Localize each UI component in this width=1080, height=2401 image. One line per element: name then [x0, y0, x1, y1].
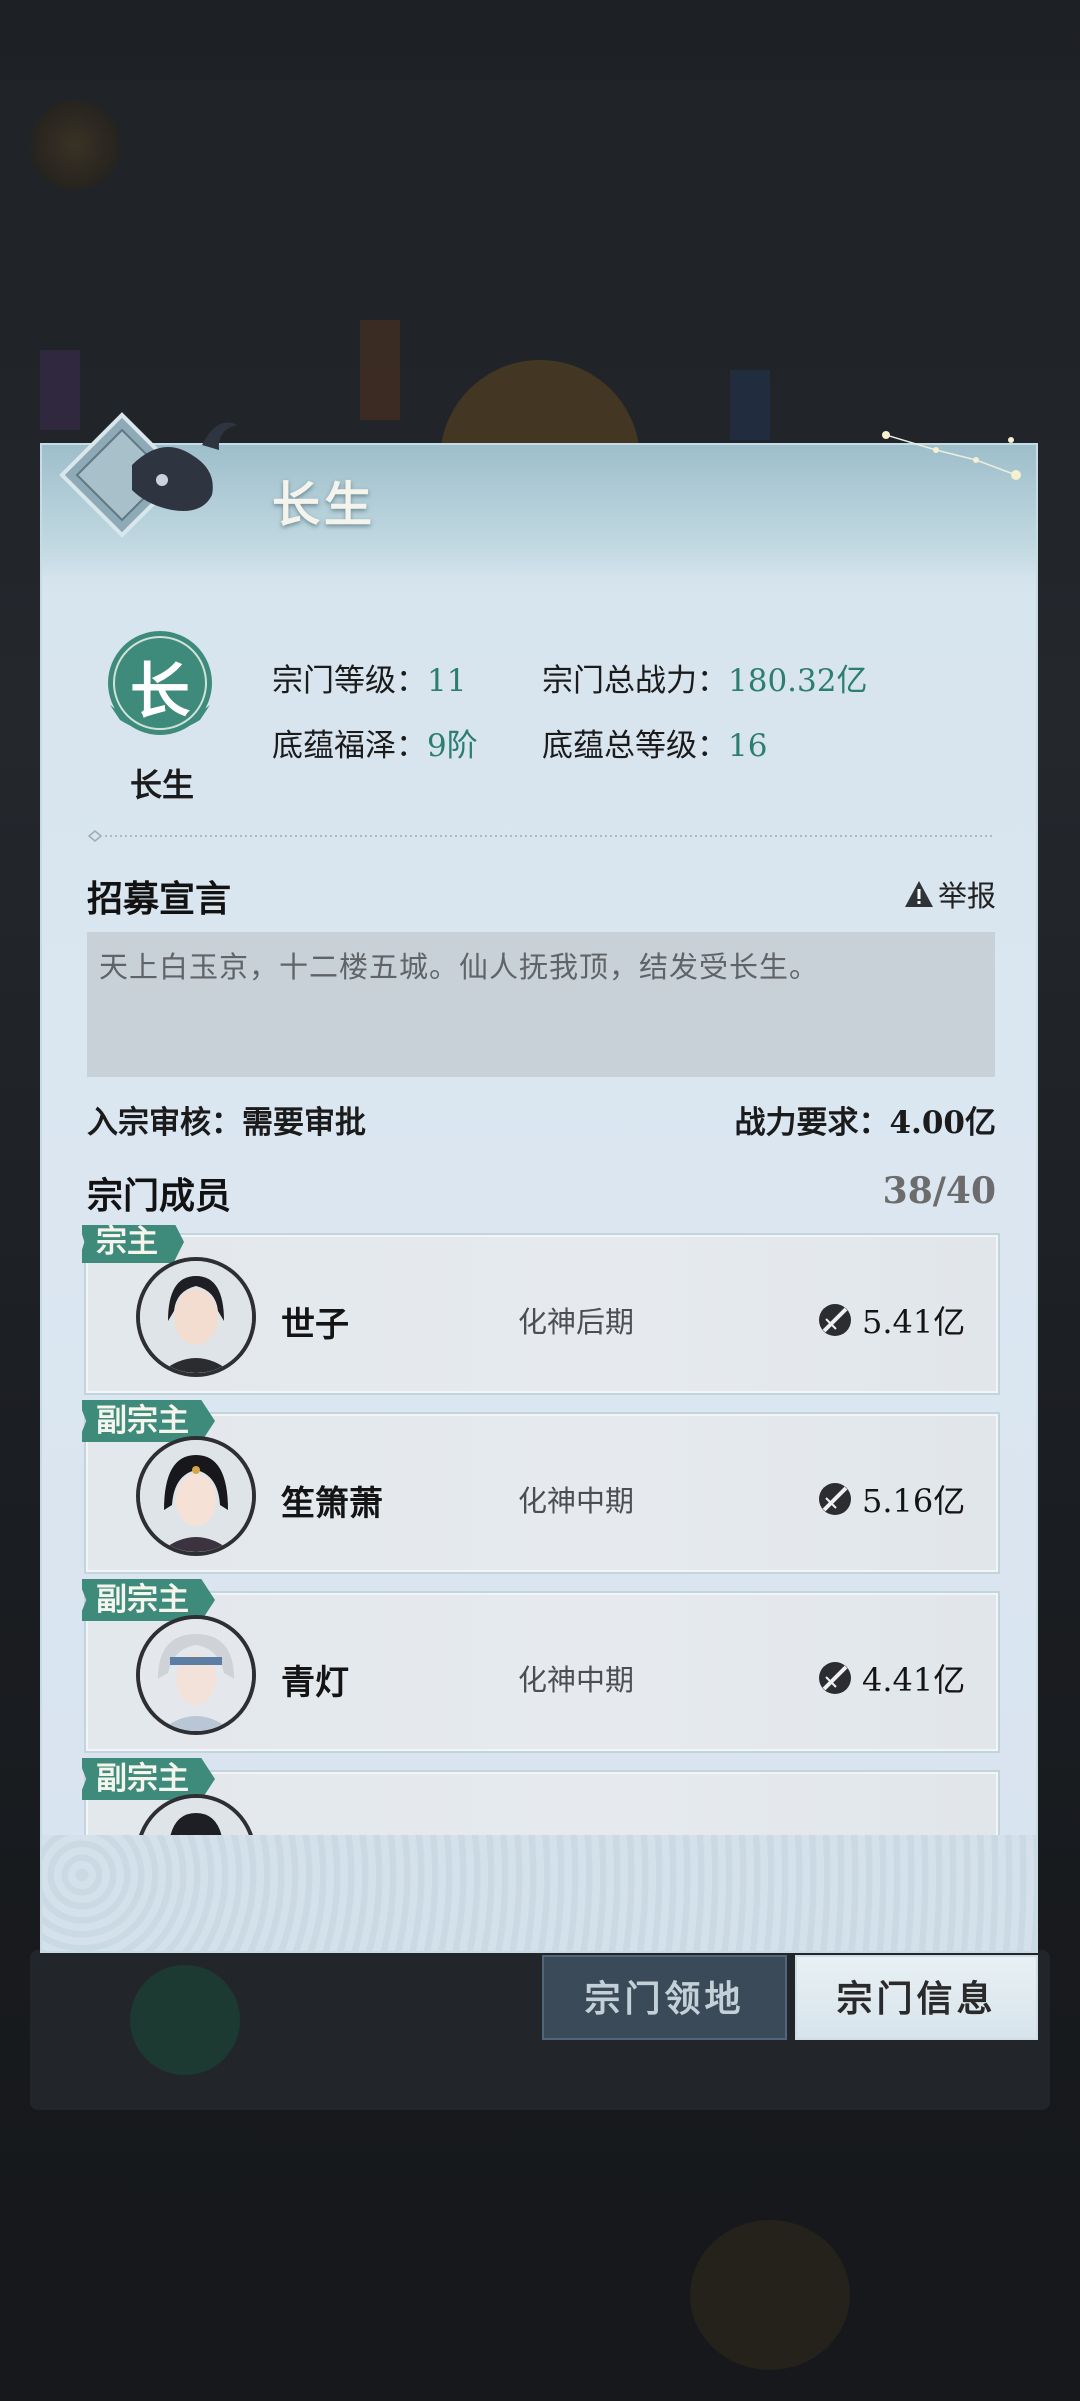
power-requirement: 战力要求：4.00亿	[734, 1105, 996, 1141]
sect-heritage: 底蕴福泽：9阶	[272, 720, 478, 765]
avatar	[136, 1794, 256, 1835]
sect-heritage-level-label: 底蕴总等级：	[542, 728, 728, 764]
sword-power-icon	[819, 1304, 851, 1336]
member-power: 5.41亿	[816, 1297, 965, 1343]
recruit-heading: 招募宣言	[87, 878, 232, 920]
member-card[interactable]: 副宗主	[82, 1758, 1000, 1835]
background-decoration	[690, 2220, 850, 2370]
member-power: 4.41亿	[816, 1655, 965, 1701]
member-count: 38/40	[882, 1170, 996, 1212]
background-decoration	[360, 320, 400, 420]
sect-heritage-level: 底蕴总等级：16	[542, 720, 767, 765]
avatar	[136, 1436, 256, 1556]
panel-title: 长生	[272, 477, 377, 533]
sect-emblem-icon	[59, 412, 237, 538]
sect-badge-char: 长	[130, 657, 190, 727]
background-decoration	[730, 370, 770, 440]
member-power-value: 4.41亿	[862, 1661, 966, 1699]
members-heading: 宗门成员	[87, 1175, 232, 1217]
tab-sect-info[interactable]: 宗门信息	[795, 1955, 1038, 2040]
panel-footer-pattern	[42, 1835, 1036, 1951]
warning-icon	[904, 881, 933, 907]
sect-heritage-label: 底蕴福泽：	[272, 728, 427, 764]
member-list[interactable]: 宗主 世子 化神后期 5.41亿 副宗主 笙箫萧 化神中期 5.16亿 副宗主 …	[82, 1225, 1002, 1835]
member-name: 笙箫萧	[281, 1484, 383, 1524]
report-label: 举报	[937, 879, 996, 913]
recruit-declaration: 天上白玉京，十二楼五城。仙人抚我顶，结发受长生。	[87, 932, 995, 1077]
constellation-icon	[882, 431, 1021, 480]
member-power: 5.16亿	[816, 1476, 965, 1522]
member-power-value: 5.16亿	[862, 1482, 966, 1520]
background-header	[0, 80, 1080, 310]
join-review: 入宗审核：需要审批	[87, 1105, 366, 1141]
tab-sect-territory[interactable]: 宗门领地	[542, 1955, 787, 2040]
sect-heritage-value: 9阶	[427, 728, 478, 764]
member-name: 青灯	[281, 1663, 349, 1703]
member-card[interactable]: 副宗主 青灯 化神中期 4.41亿	[82, 1579, 1000, 1753]
avatar	[136, 1257, 256, 1377]
member-realm: 化神后期	[518, 1305, 635, 1339]
role-tag: 宗主	[82, 1225, 184, 1263]
sect-info-panel: 长生 长 长生 宗门等级：11 宗门总战力：180.32亿 底蕴福泽：9阶 底蕴…	[40, 412, 1038, 1953]
member-name: 世子	[281, 1305, 349, 1345]
section-divider	[87, 830, 995, 842]
member-realm: 化神中期	[518, 1484, 635, 1518]
sect-total-power: 宗门总战力：180.32亿	[542, 655, 867, 700]
background-avatar	[130, 1965, 240, 2075]
sect-total-power-label: 宗门总战力：	[542, 663, 728, 699]
sect-heritage-level-value: 16	[728, 728, 768, 764]
member-card[interactable]: 副宗主 笙箫萧 化神中期 5.16亿	[82, 1400, 1000, 1574]
sword-power-icon	[819, 1483, 851, 1515]
sword-power-icon	[819, 1662, 851, 1694]
sect-level-value: 11	[427, 663, 467, 699]
sect-level: 宗门等级：11	[272, 655, 466, 700]
report-button[interactable]: 举报	[904, 873, 996, 915]
avatar	[136, 1615, 256, 1735]
member-power-value: 5.41亿	[862, 1303, 966, 1341]
sect-name: 长生	[129, 766, 194, 804]
sect-total-power-value: 180.32亿	[728, 663, 868, 699]
background-bottom-bar	[0, 2230, 1080, 2401]
background-logo-icon	[30, 100, 120, 190]
member-card[interactable]: 宗主 世子 化神后期 5.41亿	[82, 1225, 1000, 1395]
sect-level-label: 宗门等级：	[272, 663, 427, 699]
member-realm: 化神中期	[518, 1663, 635, 1697]
